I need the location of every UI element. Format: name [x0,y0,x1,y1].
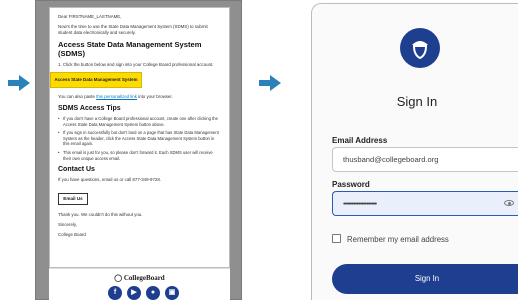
email-body: Dear FIRSTNAME_LASTNAME, Now's the time … [49,7,230,268]
twitter-icon[interactable]: ● [146,286,160,300]
signature-text: College Board [58,232,86,238]
tips-list: If you don't have a College Board profes… [58,116,221,161]
email-intro: Now's the time to use the State Data Man… [58,24,208,35]
email-heading: Access State Data Management System (SDM… [58,40,202,58]
collegeboard-logo: ◯ CollegeBoard [114,274,165,282]
email-footer: ◯ CollegeBoard f ▶ ● ▣ [49,268,230,300]
left-arrow-icon [8,75,30,91]
collegeboard-acorn-logo [400,28,440,68]
remember-label: Remember my email address [347,235,449,244]
acorn-icon: ◯ [114,274,123,282]
youtube-icon[interactable]: ▶ [127,286,141,300]
signin-button[interactable]: Sign In [332,264,518,294]
tip-item: This email is just for you, so please do… [58,150,221,161]
right-arrow-icon [259,75,281,91]
paste-link-text: You can also paste this personalized lin… [58,94,173,99]
email-field[interactable]: thusband@collegeboard.org [332,147,518,172]
thanks-text: Thank you. We couldn't do this without y… [58,212,143,218]
signin-title: Sign In [396,94,438,109]
email-label: Email Address [332,136,388,145]
password-value: •••••••••••••••••••• [343,199,377,208]
remember-checkbox[interactable] [332,234,341,243]
instagram-icon[interactable]: ▣ [165,286,179,300]
tip-item: If you sign in successfully but don't la… [58,130,221,147]
facebook-icon[interactable]: f [108,286,122,300]
tips-heading: SDMS Access Tips [58,105,121,112]
password-label: Password [332,180,370,189]
email-greeting: Dear FIRSTNAME_LASTNAME, [58,14,122,19]
show-password-icon[interactable] [504,200,514,206]
social-links: f ▶ ● ▣ [108,286,179,300]
sincerely-text: Sincerely, [58,222,77,228]
contact-heading: Contact Us [58,166,95,174]
contact-text: If you have questions, email us or call … [58,177,161,183]
password-field[interactable]: •••••••••••••••••••• [332,191,518,216]
tutorial-stage: Dear FIRSTNAME_LASTNAME, Now's the time … [0,0,518,300]
email-screenshot: Dear FIRSTNAME_LASTNAME, Now's the time … [35,0,242,300]
email-us-button[interactable]: Email Us [58,193,88,206]
tip-item: If you don't have a College Board profes… [58,116,221,127]
personalized-link[interactable]: this personalized link [96,94,137,99]
email-step: 1. Click the button below and sign into … [58,62,214,67]
signin-screen: Sign In Email Address thusband@collegebo… [311,3,518,300]
acorn-icon [412,41,428,59]
access-sdms-button[interactable]: Access State Data Management System [50,72,142,88]
